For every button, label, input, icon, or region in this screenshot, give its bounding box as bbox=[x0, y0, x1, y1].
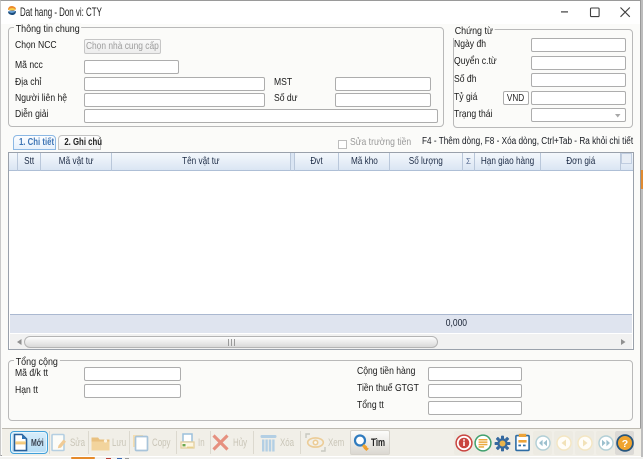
svg-text:?: ? bbox=[622, 438, 628, 450]
